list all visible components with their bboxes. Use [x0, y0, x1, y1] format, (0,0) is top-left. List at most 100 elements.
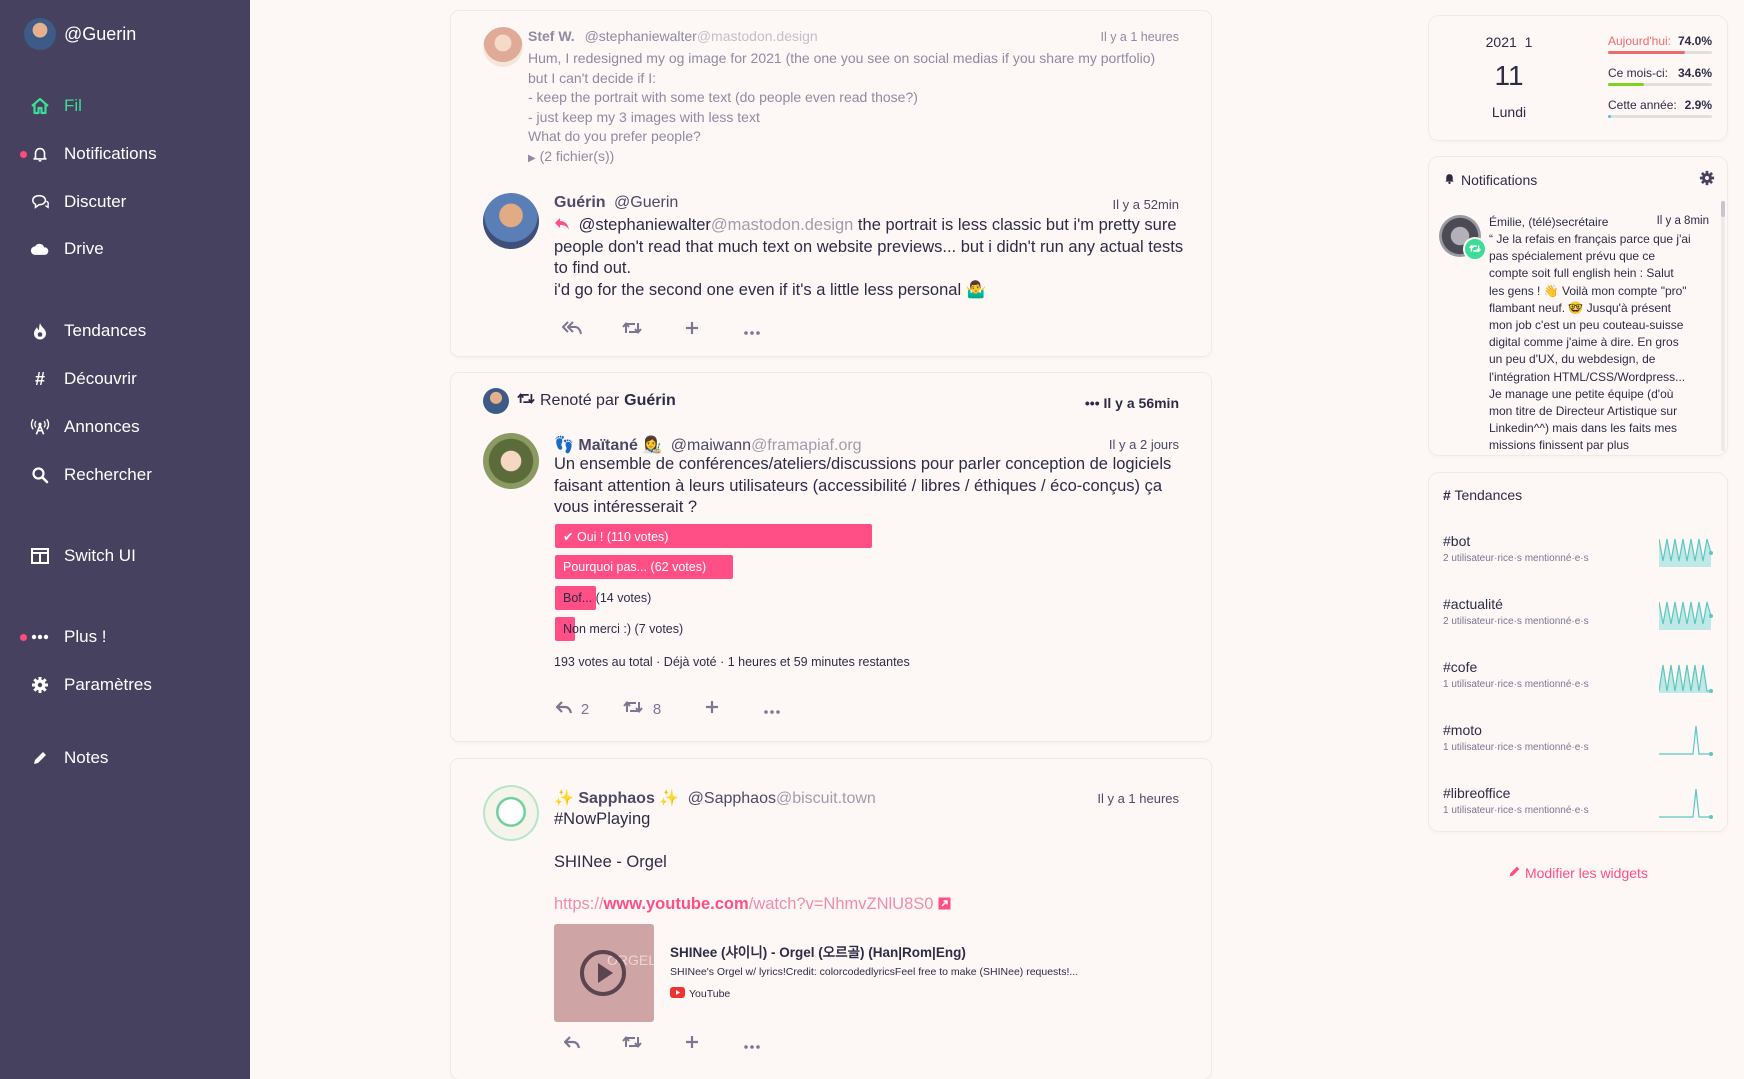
status-time[interactable]: Il y a 1 heures [1097, 791, 1179, 806]
sidebar-item-notes[interactable]: Notes [0, 741, 250, 775]
check-icon: ✔ [563, 529, 574, 544]
add-button[interactable] [662, 318, 722, 342]
poll-option[interactable]: Pourquoi pas... (62 votes) [555, 555, 1111, 579]
more-button[interactable] [722, 318, 782, 342]
reply-all-icon [561, 320, 583, 340]
notification-author[interactable]: Émilie, (télé)secrétaire [1489, 215, 1608, 229]
avatar[interactable] [483, 388, 509, 414]
content-line: Hum, I redesigned my og image for 2021 (… [528, 50, 1156, 66]
scrollbar[interactable] [1721, 201, 1725, 451]
content-line: i'd go for the second one even if it's a… [554, 280, 987, 299]
sidebar-item-decouvrir[interactable]: # Découvrir [0, 362, 250, 396]
author-name[interactable]: Stef W. [528, 28, 575, 44]
dots-icon [764, 701, 780, 718]
reply-button[interactable]: 2 [542, 697, 602, 721]
content-line: SHINee - Orgel [554, 852, 667, 871]
status-actions [542, 318, 782, 342]
trend-sparkline [1659, 601, 1713, 630]
retweet-icon [1469, 240, 1481, 258]
trend-count: 1 utilisateur·rice·s mentionné·e·s [1443, 742, 1589, 753]
chat-icon [30, 192, 50, 212]
link-description: SHINee's Orgel w/ lyrics!Credit: colorco… [670, 966, 1079, 978]
trend-item[interactable]: #moto 1 utilisateur·rice·s mentionné·e·s [1443, 722, 1713, 772]
author-name[interactable]: Sapphaos [578, 790, 654, 807]
gear-icon[interactable] [1699, 170, 1715, 191]
more-button[interactable] [742, 697, 802, 721]
author-handle[interactable]: @stephaniewalter [585, 28, 697, 44]
trend-tag: #bot [1443, 533, 1471, 549]
mention-link[interactable]: @stephaniewalter@mastodon.design [579, 216, 854, 234]
poll-option[interactable]: Bof... (14 votes) [555, 586, 1111, 610]
add-button[interactable] [662, 1032, 722, 1056]
hash-icon: # [1443, 487, 1451, 503]
profile[interactable]: @Guerin [24, 18, 136, 50]
boost-time[interactable]: ••• Il y a 56min [1085, 395, 1179, 411]
status-card: ✨ Sapphaos ✨ @Sapphaos@biscuit.town Il y… [451, 759, 1211, 1079]
sidebar-item-label: Drive [64, 239, 104, 258]
avatar[interactable] [483, 433, 539, 489]
trend-tag: #libreoffice [1443, 785, 1511, 801]
content-line: vous intéresserait ? [554, 498, 698, 516]
link-title: SHINee (샤이니) - Orgel (오르골) (Han|Rom|Eng) [670, 945, 966, 960]
poll-option[interactable]: Non merci :) (7 votes) [555, 617, 1111, 641]
sidebar-item-switch-ui[interactable]: Switch UI [0, 539, 250, 573]
trend-item[interactable]: #cofe 1 utilisateur·rice·s mentionné·e·s [1443, 659, 1713, 709]
more-button[interactable] [722, 1032, 782, 1056]
trend-item[interactable]: #actualité 2 utilisateur·rice·s mentionn… [1443, 596, 1713, 646]
external-link-icon [938, 895, 951, 913]
trends-widget: # Tendances #bot 2 utilisateur·rice·s me… [1429, 473, 1727, 831]
avatar [24, 18, 56, 50]
add-button[interactable] [682, 697, 742, 721]
avatar[interactable] [483, 785, 539, 841]
sidebar-item-plus[interactable]: Plus ! [0, 620, 250, 654]
youtube-icon [670, 987, 685, 1001]
author-handle[interactable]: @Sapphaos [688, 790, 776, 807]
boost-header: Renoté par Guérin [483, 388, 676, 414]
boost-button[interactable] [602, 318, 662, 342]
booster-name[interactable]: Guérin [624, 392, 676, 410]
trend-item[interactable]: #bot 2 utilisateur·rice·s mentionné·e·s [1443, 533, 1713, 583]
boost-button[interactable] [602, 1032, 662, 1056]
sidebar-item-annonces[interactable]: Annonces [0, 410, 250, 444]
sidebar-item-rechercher[interactable]: Rechercher [0, 458, 250, 492]
url-link[interactable]: https://www.youtube.com/watch?v=NhmvZNlU… [554, 894, 951, 916]
status-time[interactable]: Il y a 52min [1113, 197, 1179, 212]
date-day: 11 [1494, 60, 1524, 91]
sidebar-item-fil[interactable]: Fil [0, 89, 250, 123]
author-name[interactable]: Maïtané [578, 437, 638, 454]
stat-fill [1608, 115, 1612, 118]
sidebar-item-label: Fil [64, 96, 82, 115]
plus-icon [685, 321, 699, 339]
boost-button[interactable]: 8 [602, 697, 682, 721]
trend-item[interactable]: #libreoffice 1 utilisateur·rice·s mentio… [1443, 785, 1713, 835]
widget-header: Notifications [1443, 171, 1537, 188]
notification-time: Il y a 8min [1656, 215, 1709, 227]
poll-option[interactable]: ✔ Oui ! (110 votes) [555, 524, 1111, 548]
author-name[interactable]: Guérin [554, 194, 606, 211]
status-actions [542, 1032, 782, 1056]
avatar[interactable] [483, 193, 539, 249]
sidebar-item-discuter[interactable]: Discuter [0, 185, 250, 219]
link-preview-card[interactable]: ORGEL SHINee (샤이니) - Orgel (오르골) (Han|Ro… [554, 924, 1154, 1022]
pencil-icon [1508, 865, 1521, 881]
status-time[interactable]: Il y a 2 jours [1109, 437, 1179, 452]
attachments-toggle[interactable]: ▶ (2 fichier(s)) [528, 147, 1155, 169]
status-header: 👣 Maïtané 👩‍🎨 @maiwann@framapiaf.org [554, 435, 862, 455]
status-actions: 2 8 [542, 697, 802, 721]
sidebar-item-parametres[interactable]: Paramètres [0, 668, 250, 702]
poll-option-label: Non merci :) (7 votes) [563, 622, 684, 636]
author-handle[interactable]: @maiwann [671, 437, 751, 454]
edit-widgets-button[interactable]: Modifier les widgets [1429, 865, 1727, 881]
reply-button[interactable] [542, 1032, 602, 1056]
sidebar-item-notifications[interactable]: Notifications [0, 137, 250, 171]
status-card: Renoté par Guérin ••• Il y a 56min 👣 Maï… [451, 373, 1211, 741]
avatar[interactable] [483, 27, 523, 67]
retweet-icon [622, 1035, 642, 1053]
reply-button[interactable] [542, 318, 602, 342]
hashtag-link[interactable]: #NowPlaying [554, 809, 951, 831]
gear-icon [30, 675, 50, 695]
sidebar-item-drive[interactable]: Drive [0, 232, 250, 266]
author-handle[interactable]: @Guerin [614, 194, 678, 211]
sidebar-item-tendances[interactable]: Tendances [0, 314, 250, 348]
status-time[interactable]: Il y a 1 heures [1100, 30, 1179, 44]
